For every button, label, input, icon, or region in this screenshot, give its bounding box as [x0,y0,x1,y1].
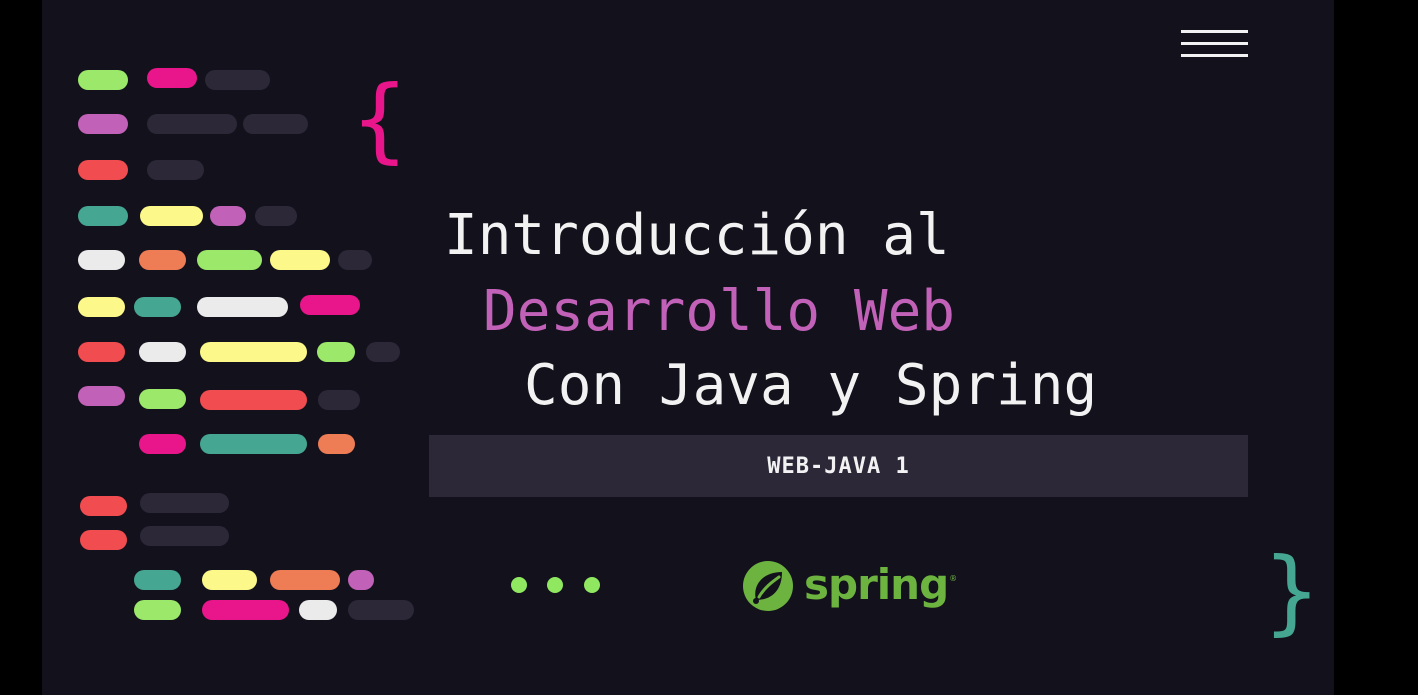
spring-leaf-icon [743,561,793,611]
dot [584,577,600,593]
code-pill [134,570,181,590]
code-pill [200,342,307,362]
code-pill [78,250,125,270]
code-pill [270,250,330,270]
code-pill [78,342,125,362]
code-pill [147,160,204,180]
code-pill [78,114,128,134]
code-pill [338,250,372,270]
code-pill [78,160,128,180]
code-pill [300,295,360,315]
code-pill [78,206,128,226]
code-pill [299,600,337,620]
code-pill [197,250,262,270]
code-pill [200,434,307,454]
code-pill [200,390,307,410]
code-pill [139,342,186,362]
code-pill [202,570,257,590]
code-pill [318,434,355,454]
code-pill [205,70,270,90]
code-pill [78,386,125,406]
code-pill [243,114,308,134]
dot [511,577,527,593]
code-pill [147,68,197,88]
slide: { } Introducción al Desarrollo Web Con J… [42,0,1334,695]
code-pill [80,530,127,550]
code-pill [318,390,360,410]
close-brace: } [1264,538,1320,645]
hamburger-bar [1181,54,1248,57]
course-code: WEB-JAVA 1 [767,453,910,479]
code-pill [317,342,355,362]
code-pill [78,297,125,317]
code-pill [270,570,340,590]
code-pill [255,206,297,226]
code-pill [139,389,186,409]
code-pill [134,600,181,620]
code-pill [202,600,289,620]
course-badge: WEB-JAVA 1 [429,435,1248,497]
code-pill [134,297,181,317]
code-pill [80,496,127,516]
code-pill [147,114,237,134]
code-pill [348,570,374,590]
spring-wordmark: spring [804,559,949,609]
hamburger-bar [1181,42,1248,45]
registered-mark: ® [949,573,958,583]
hamburger-menu-icon[interactable] [1181,30,1248,62]
spring-logo: spring ® [742,560,957,612]
dot [547,577,563,593]
code-pill [348,600,414,620]
title-line-1: Introducción al [444,203,950,268]
code-pill [139,250,186,270]
code-pill [78,70,128,90]
title-line-3: Con Java y Spring [524,353,1098,418]
open-brace: { [352,66,408,173]
title-line-2: Desarrollo Web [483,279,956,344]
code-pill [140,526,229,546]
code-pill [197,297,288,317]
code-pill [210,206,246,226]
code-pill [140,206,203,226]
hamburger-bar [1181,30,1248,33]
code-pill [139,434,186,454]
code-pill [140,493,229,513]
code-pill [366,342,400,362]
